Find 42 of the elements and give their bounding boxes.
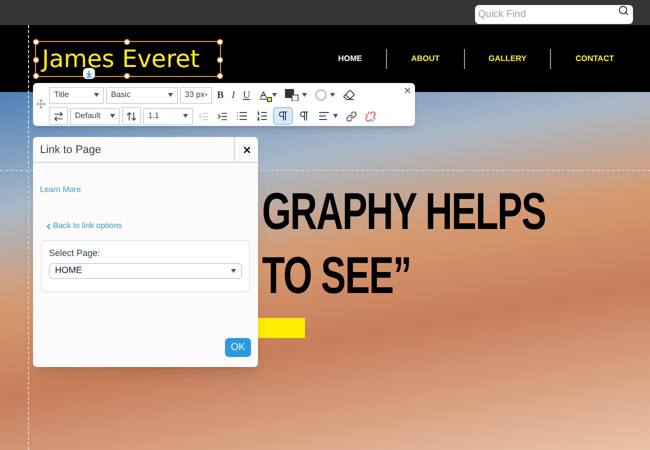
- caret-icon: [204, 93, 207, 97]
- underline-button[interactable]: U: [240, 86, 254, 104]
- page-select[interactable]: HOME: [49, 262, 242, 278]
- eraser-icon: [343, 89, 356, 101]
- nav-link[interactable]: GALLERY: [464, 52, 550, 64]
- drag-handle-icon: [36, 99, 46, 109]
- toolbar-select[interactable]: 1.1: [143, 108, 193, 124]
- numbered-list-icon: [256, 110, 268, 122]
- bold-button[interactable]: B: [214, 86, 227, 104]
- caret-icon: [183, 114, 188, 118]
- paragraph-icon: [277, 110, 289, 122]
- text-color-icon: [258, 90, 270, 100]
- align-icon: [318, 110, 330, 122]
- line-height-button[interactable]: [122, 107, 141, 125]
- quick-find-field[interactable]: Quick Find: [475, 4, 633, 24]
- italic-button[interactable]: I: [228, 86, 238, 104]
- nav-link[interactable]: CONTACT: [551, 52, 638, 64]
- spacing-icon: [53, 110, 64, 122]
- toolbar-select[interactable]: Title: [49, 86, 104, 104]
- toolbar-select[interactable]: 33 px: [180, 86, 212, 104]
- left-to-right-button[interactable]: [273, 107, 293, 125]
- close-icon: [403, 86, 412, 95]
- nav-link[interactable]: HOME: [314, 52, 386, 64]
- chevron-left-icon: [44, 222, 53, 230]
- paragraph-icon: [298, 110, 310, 122]
- caret-icon: [231, 268, 236, 272]
- hero-headline: TO SEE”: [262, 246, 412, 307]
- caret-icon: [110, 114, 115, 118]
- link-icon: [346, 110, 357, 122]
- outline-circle-icon: [315, 89, 328, 101]
- caret-icon: [333, 114, 338, 118]
- search-icon[interactable]: [618, 4, 629, 16]
- field-label: Select Page:: [49, 247, 102, 260]
- line-height-icon: [126, 110, 137, 122]
- highlight-icon: [285, 89, 300, 101]
- toolbar-select[interactable]: Basic: [106, 86, 178, 104]
- dialog-title: Link to Page: [39, 143, 102, 158]
- letter-spacing-button[interactable]: [49, 107, 68, 125]
- unlink-icon: [365, 110, 376, 122]
- nav-link[interactable]: ABOUT: [387, 52, 464, 64]
- close-icon: [242, 144, 252, 154]
- toolbar-select[interactable]: Default: [70, 108, 120, 124]
